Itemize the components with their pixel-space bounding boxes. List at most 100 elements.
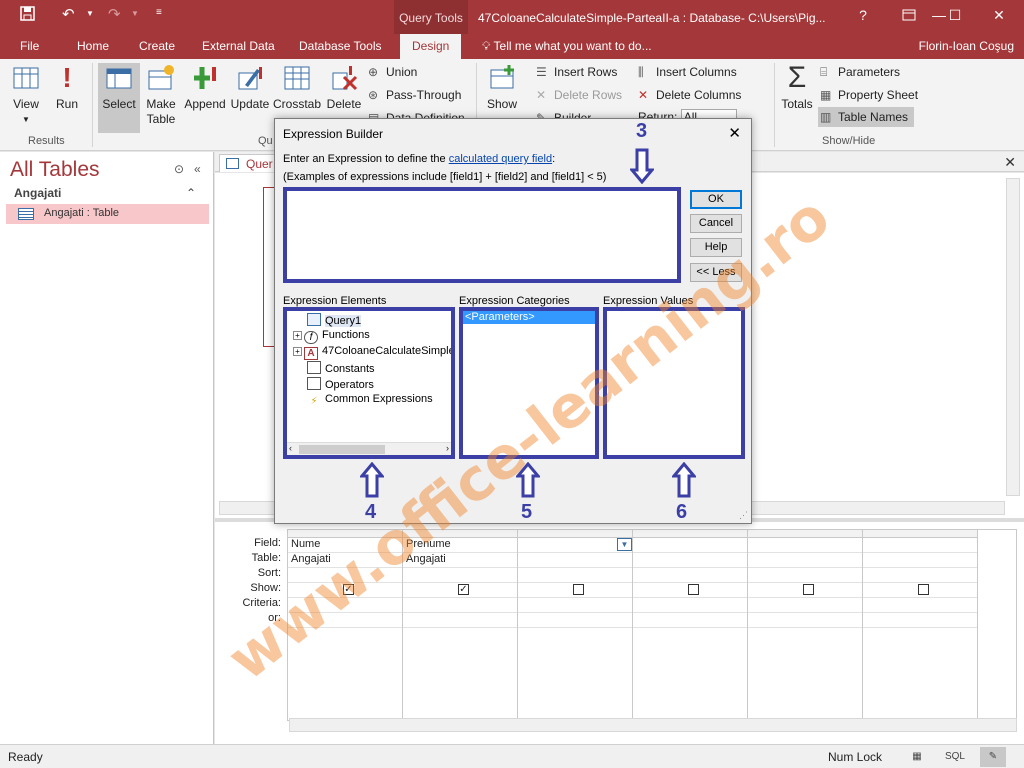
column-selector[interactable] [863, 530, 977, 538]
or-cell[interactable] [633, 613, 747, 628]
ribbon-display-icon[interactable] [894, 7, 924, 23]
insert-columns-button[interactable]: ⫼ Insert Columns [638, 65, 737, 80]
totals-button[interactable]: Σ Totals [778, 63, 816, 112]
tree-item-database[interactable]: + A 47ColoaneCalculateSimple [293, 345, 451, 360]
select-query-button[interactable]: Select [98, 63, 140, 133]
or-cell[interactable] [748, 613, 862, 628]
tab-home[interactable]: Home [77, 39, 109, 53]
show-checkbox[interactable]: ✓ [343, 584, 354, 595]
show-checkbox[interactable] [573, 584, 584, 595]
view-button[interactable]: View ▼ [8, 63, 44, 125]
sort-cell[interactable] [288, 568, 402, 583]
close-button[interactable]: ✕ [984, 7, 1014, 24]
grid-column[interactable] [863, 530, 978, 720]
dialog-close-icon[interactable]: ✕ [728, 124, 741, 142]
update-button[interactable]: Update [229, 63, 271, 111]
tree-item-functions[interactable]: + f Functions [293, 329, 370, 344]
shutter-bar-icon[interactable]: « [194, 162, 201, 176]
show-table-button[interactable]: Show [482, 63, 522, 111]
property-sheet-button[interactable]: ▦ Property Sheet [820, 88, 918, 102]
close-document-icon[interactable]: ✕ [1004, 154, 1016, 171]
tab-create[interactable]: Create [139, 39, 175, 53]
or-cell[interactable] [863, 613, 977, 628]
calculated-field-link[interactable]: calculated query field [449, 153, 552, 165]
show-checkbox[interactable]: ✓ [458, 584, 469, 595]
criteria-cell[interactable] [518, 598, 632, 613]
show-checkbox[interactable] [803, 584, 814, 595]
expression-values-list[interactable] [603, 307, 745, 459]
help-button[interactable]: Help [690, 238, 742, 257]
grid-column[interactable]: ▼ [518, 530, 633, 720]
union-button[interactable]: ⊕ Union [368, 65, 417, 79]
nav-menu-icon[interactable]: ⊙ [174, 162, 184, 176]
criteria-cell[interactable] [633, 598, 747, 613]
expression-elements-tree[interactable]: Query1 + f Functions + A 47ColoaneCalculateS… [283, 307, 455, 459]
or-cell[interactable] [288, 613, 402, 628]
scroll-thumb[interactable] [299, 445, 385, 454]
column-selector[interactable] [518, 530, 632, 538]
expression-input[interactable] [283, 187, 681, 283]
field-cell[interactable]: ▼ [518, 538, 632, 553]
criteria-cell[interactable] [748, 598, 862, 613]
customize-qat-icon[interactable]: ≡ [156, 7, 162, 18]
category-item-parameters[interactable]: <Parameters> [463, 311, 595, 324]
column-selector[interactable] [633, 530, 747, 538]
crosstab-button[interactable]: Crosstab [273, 63, 321, 111]
field-cell[interactable]: Nume [288, 538, 402, 553]
grid-column[interactable]: Prenume Angajati ✓ [403, 530, 518, 720]
criteria-cell[interactable] [403, 598, 517, 613]
collapse-group-icon[interactable]: ⌃ [186, 186, 196, 200]
restore-button[interactable]: ☐ [940, 7, 970, 24]
tree-item-query1[interactable]: Query1 [307, 313, 362, 327]
expand-icon[interactable]: + [293, 331, 302, 340]
expand-icon[interactable]: + [293, 347, 302, 356]
make-table-button[interactable]: Make Table [142, 63, 180, 127]
scroll-left-icon[interactable]: ‹ [289, 443, 292, 453]
criteria-cell[interactable] [863, 598, 977, 613]
grid-column[interactable] [633, 530, 748, 720]
column-selector[interactable] [403, 530, 517, 538]
save-icon[interactable] [20, 6, 35, 21]
expression-categories-list[interactable]: <Parameters> [459, 307, 599, 459]
column-selector[interactable] [288, 530, 402, 538]
design-view-icon[interactable]: ✎ [980, 747, 1006, 767]
criteria-cell[interactable] [288, 598, 402, 613]
scroll-right-icon[interactable]: › [446, 443, 449, 453]
ok-button[interactable]: OK [690, 190, 742, 209]
tab-query1[interactable]: Quer [219, 154, 279, 172]
tree-item-operators[interactable]: Operators [307, 377, 374, 391]
table-cell[interactable] [748, 553, 862, 568]
column-selector[interactable] [748, 530, 862, 538]
user-name[interactable]: Florin-Ioan Coşug [919, 39, 1014, 53]
datasheet-view-icon[interactable]: ▦ [904, 747, 930, 767]
field-dropdown-icon[interactable]: ▼ [617, 538, 632, 551]
parameters-button[interactable]: ⌸ Parameters [820, 65, 900, 80]
run-button[interactable]: ! Run [50, 63, 84, 112]
grid-column[interactable] [748, 530, 863, 720]
less-button[interactable]: << Less [690, 263, 742, 282]
table-cell[interactable] [633, 553, 747, 568]
undo-icon[interactable]: ↶ [62, 5, 75, 23]
vertical-scrollbar[interactable] [1006, 178, 1020, 496]
tab-file[interactable]: File [20, 39, 39, 53]
insert-rows-button[interactable]: ☰ Insert Rows [536, 65, 617, 79]
nav-group-header[interactable]: Angajati [14, 186, 61, 200]
append-button[interactable]: Append [183, 63, 227, 111]
show-checkbox[interactable] [688, 584, 699, 595]
resize-grip-icon[interactable]: ⋰ [739, 510, 748, 521]
show-checkbox[interactable] [918, 584, 929, 595]
elements-horizontal-scrollbar[interactable]: ‹ › [287, 442, 451, 455]
table-cell[interactable] [518, 553, 632, 568]
tree-item-common-expressions[interactable]: ⚡︎ Common Expressions [307, 393, 432, 409]
cancel-button[interactable]: Cancel [690, 214, 742, 233]
sql-view-button[interactable]: SQL [942, 747, 968, 767]
delete-columns-button[interactable]: ✕ Delete Columns [638, 88, 741, 102]
tab-database-tools[interactable]: Database Tools [299, 39, 382, 53]
nav-title[interactable]: All Tables [10, 158, 100, 182]
or-cell[interactable] [403, 613, 517, 628]
tab-external-data[interactable]: External Data [202, 39, 275, 53]
table-cell[interactable] [863, 553, 977, 568]
nav-item-angajati-table[interactable]: Angajati : Table [6, 204, 209, 224]
field-cell[interactable] [748, 538, 862, 553]
table-cell[interactable]: Angajati [288, 553, 402, 568]
